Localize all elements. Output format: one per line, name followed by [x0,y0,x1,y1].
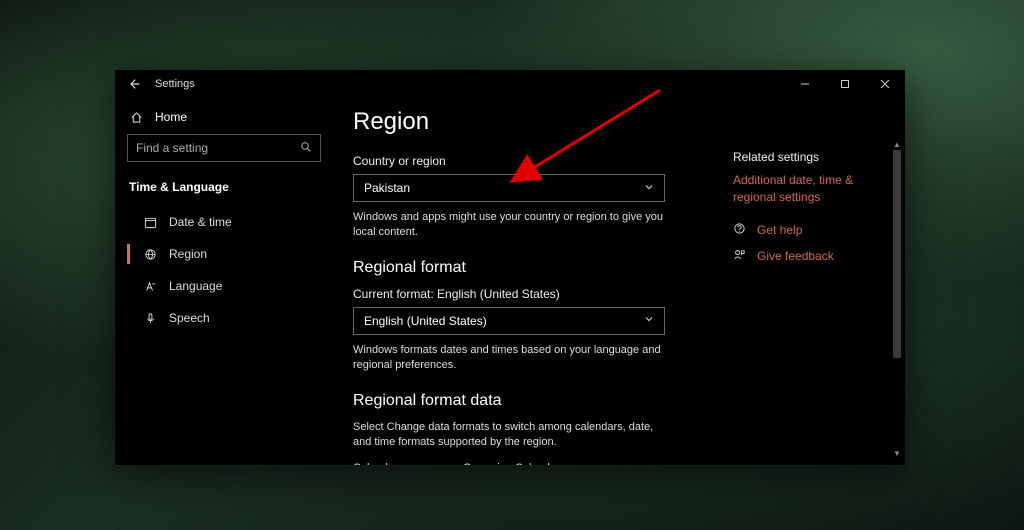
settings-window: Settings Home Find a setting [115,70,905,465]
maximize-icon [840,79,850,89]
scroll-down-icon[interactable]: ▼ [891,447,903,459]
close-icon [880,79,890,89]
regional-format-heading: Regional format [353,259,683,277]
close-button[interactable] [865,70,905,98]
scroll-track[interactable] [891,150,903,447]
sidebar-section-label: Time & Language [115,176,333,206]
format-helper: Windows formats dates and times based on… [353,343,663,374]
current-format-label: Current format: English (United States) [353,287,683,301]
search-placeholder: Find a setting [136,141,208,155]
home-icon [129,111,143,124]
format-value: English (United States) [364,314,487,328]
format-data-heading: Regional format data [353,392,683,410]
related-column: Related settings Additional date, time &… [733,108,897,465]
country-dropdown[interactable]: Pakistan [353,174,665,202]
sidebar-item-speech[interactable]: Speech [115,302,333,334]
page-title: Region [353,108,683,136]
search-input[interactable]: Find a setting [127,134,321,162]
sidebar-item-label: Region [169,247,207,261]
table-row: Calendar: Gregorian Calendar [353,460,683,465]
search-icon [300,141,312,156]
country-label: Country or region [353,154,683,168]
format-data-helper: Select Change data formats to switch amo… [353,420,663,451]
globe-icon [143,248,157,261]
format-dropdown[interactable]: English (United States) [353,307,665,335]
help-icon [733,222,747,238]
give-feedback-link[interactable]: Give feedback [733,248,897,264]
related-heading: Related settings [733,150,897,164]
sidebar: Home Find a setting Time & Language Date… [115,98,333,465]
get-help-link[interactable]: Get help [733,222,897,238]
feedback-label: Give feedback [757,249,834,263]
home-nav[interactable]: Home [115,104,333,134]
main-column: Region Country or region Pakistan Window… [353,108,683,465]
chevron-down-icon [644,314,654,327]
minimize-button[interactable] [785,70,825,98]
sidebar-item-label: Speech [169,311,210,325]
window-controls [785,70,905,98]
help-label: Get help [757,223,802,237]
window-title: Settings [155,78,195,90]
sidebar-item-language[interactable]: Language [115,270,333,302]
minimize-icon [800,79,810,89]
additional-settings-link[interactable]: Additional date, time & regional setting… [733,172,897,206]
titlebar: Settings [115,70,905,98]
country-value: Pakistan [364,181,410,195]
calendar-clock-icon [143,216,157,229]
sidebar-item-date-time[interactable]: Date & time [115,206,333,238]
back-button[interactable] [127,77,141,91]
arrow-left-icon [128,78,140,90]
home-label: Home [155,110,187,124]
chevron-down-icon [644,182,654,195]
content-area: Region Country or region Pakistan Window… [333,98,905,465]
microphone-icon [143,312,157,325]
sidebar-item-label: Language [169,279,222,293]
calendar-value: Gregorian Calendar [463,460,560,465]
scroll-thumb[interactable] [893,150,901,358]
sidebar-item-label: Date & time [169,215,232,229]
calendar-key: Calendar: [353,460,463,465]
sidebar-item-region[interactable]: Region [115,238,333,270]
feedback-icon [733,248,747,264]
scrollbar[interactable]: ▲ ▼ [891,138,903,459]
language-icon [143,280,157,293]
scroll-up-icon[interactable]: ▲ [891,138,903,150]
maximize-button[interactable] [825,70,865,98]
country-helper: Windows and apps might use your country … [353,210,663,241]
